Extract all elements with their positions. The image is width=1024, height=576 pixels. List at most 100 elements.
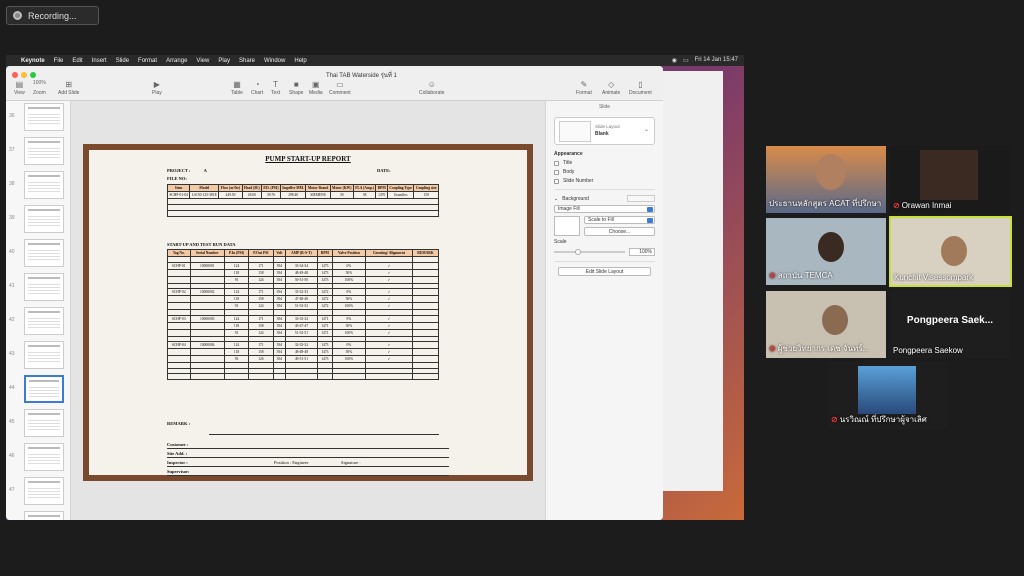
slide-thumbnail[interactable] [24, 511, 64, 520]
slide[interactable]: PUMP START-UP REPORT PROJECT : A DATE: F… [83, 144, 533, 481]
spec-cell: 28.00 [241, 191, 263, 199]
play-button[interactable]: ▶ Play [152, 80, 162, 96]
slide-navigator: 36373839404142434445464748 [6, 101, 71, 520]
spec-cell: 150 [413, 191, 439, 199]
slide-thumbnail[interactable] [24, 239, 64, 267]
participant-tile[interactable]: ⊘ นรวิณณ์ ที่ปรึกษาผู้จาเลิศ [828, 362, 948, 429]
remark-cell [411, 302, 440, 310]
wifi-icon[interactable]: ◉ [672, 57, 677, 64]
participant-tile[interactable]: ⊘ ผู้ช่วยวิทยากร เดช จันทร์... [766, 291, 886, 358]
menu-play[interactable]: Play [218, 58, 230, 64]
slide-thumbnail[interactable] [24, 375, 64, 403]
menu-arrange[interactable]: Arrange [166, 58, 187, 64]
spec-cell: Grundfos [386, 191, 415, 199]
participant-tile[interactable]: ประธานหลักสูตร ACAT ที่ปรึกษา [766, 146, 886, 213]
slide-thumbnail[interactable] [24, 443, 64, 471]
document-button[interactable]: ▯ Document [629, 80, 652, 96]
menu-insert[interactable]: Insert [92, 58, 107, 64]
menu-edit[interactable]: Edit [72, 58, 82, 64]
slide-number: 37 [9, 147, 15, 153]
sidebar-tab-slide[interactable]: Slide [546, 101, 663, 113]
slide-number-checkbox[interactable]: Slide Number [554, 178, 655, 184]
run-cell: 1472 [316, 302, 333, 310]
background-color-well[interactable] [627, 195, 655, 202]
run-cell: 33-34-34 [285, 261, 318, 270]
slide-thumbnail[interactable] [24, 409, 64, 437]
choose-button[interactable]: Choose... [584, 227, 655, 236]
view-button[interactable]: ▤ View [14, 80, 25, 96]
participant-video [941, 236, 967, 266]
minimize-icon[interactable] [21, 72, 27, 78]
participant-placeholder-name: Pongpeera Saek... [906, 315, 994, 326]
background-section[interactable]: ⌄ Background [554, 195, 655, 202]
run-cell: SCHP-01 [167, 261, 191, 270]
slide-thumbnail[interactable] [24, 341, 64, 369]
chart-button[interactable]: ◔ Chart [251, 80, 263, 96]
remark-cell [411, 321, 440, 330]
zoom-value: 100% [33, 80, 46, 86]
recording-indicator[interactable]: Recording... [6, 6, 99, 25]
table-button[interactable]: ▦ Table [231, 80, 243, 96]
media-button[interactable]: ▣ Media [309, 80, 323, 96]
menu-app[interactable]: Keynote [21, 58, 45, 64]
clock[interactable]: Fri 14 Jan 15:47 [695, 57, 738, 64]
scale-mode-select[interactable]: Scale to Fill [584, 216, 655, 224]
slide-thumbnail[interactable] [24, 273, 64, 301]
scale-slider[interactable] [554, 249, 625, 255]
muted-mic-icon: ⊘ [769, 271, 776, 280]
add-slide-button[interactable]: ⊞ Add Slide [58, 80, 79, 96]
run-cell: 171 [248, 341, 274, 349]
run-header-cell: RPM [316, 249, 333, 257]
remark-cell [411, 261, 440, 270]
menu-view[interactable]: View [196, 58, 209, 64]
run-cell: 10000004 [189, 341, 225, 349]
slide-thumbnail[interactable] [24, 137, 64, 165]
run-cell: 0% [331, 314, 367, 323]
comment-button[interactable]: ▭ Comment [329, 80, 351, 96]
slider-thumb[interactable] [575, 249, 582, 255]
maximize-icon[interactable] [30, 72, 36, 78]
battery-icon[interactable]: ▭ [683, 57, 689, 64]
slide-thumbnail[interactable] [24, 171, 64, 199]
mac-menubar: Keynote File Edit Insert Slide Format Ar… [6, 55, 744, 66]
spec-cell: SIEMENS [305, 191, 331, 199]
slide-thumbnail[interactable] [24, 307, 64, 335]
animate-button[interactable]: ◇ Animate [602, 80, 620, 96]
collaborate-button[interactable]: ☺ Collaborate [419, 80, 445, 96]
edit-slide-layout-button[interactable]: Edit Slide Layout [558, 267, 651, 276]
remark-cell [411, 288, 440, 296]
slide-thumbnail[interactable] [24, 103, 64, 131]
scale-value[interactable]: 100% [629, 248, 655, 256]
zoom-button[interactable]: 100% Zoom [33, 80, 46, 96]
shape-button[interactable]: ■ Shape [289, 80, 303, 96]
body-checkbox[interactable]: Body [554, 169, 655, 175]
record-icon [13, 11, 22, 20]
slide-layout-picker[interactable]: Slide Layout Blank ⌄ [554, 117, 655, 145]
run-cell: 50% [331, 268, 367, 277]
image-well[interactable] [554, 216, 580, 236]
participant-tile[interactable]: ⊘ Orawan Inmai [890, 146, 1010, 213]
fill-type-select[interactable]: Image Fill [554, 205, 655, 213]
title-checkbox[interactable]: Title [554, 160, 655, 166]
table-row: SCHP-03 10000003 124 171 394 33-33-32 1471 0% ✓ [167, 314, 440, 323]
menu-window[interactable]: Window [264, 58, 285, 64]
text-button[interactable]: T Text [271, 80, 280, 96]
participant-tile-active-speaker[interactable]: Kunchit Visessompark [889, 216, 1012, 287]
participant-tile[interactable]: ⊘ สถาบัน TEMCA [766, 218, 886, 285]
menu-format[interactable]: Format [138, 58, 157, 64]
menu-share[interactable]: Share [239, 58, 255, 64]
format-button[interactable]: ✎ Format [576, 80, 592, 96]
menu-help[interactable]: Help [294, 58, 306, 64]
menu-file[interactable]: File [54, 58, 64, 64]
slide-thumbnail[interactable] [24, 205, 64, 233]
participant-tile[interactable]: Pongpeera Saek... Pongpeera Saekow [890, 291, 1010, 358]
run-cell [189, 328, 225, 337]
slide-thumbnail[interactable] [24, 477, 64, 505]
chevron-down-icon: ⌄ [643, 127, 649, 133]
slide-number: 36 [9, 113, 15, 119]
run-cell: 158 [248, 295, 274, 303]
close-icon[interactable] [12, 72, 18, 78]
remark-lines [209, 421, 439, 435]
menu-slide[interactable]: Slide [116, 58, 129, 64]
spec-header-cell: Head (M.) [241, 184, 263, 192]
